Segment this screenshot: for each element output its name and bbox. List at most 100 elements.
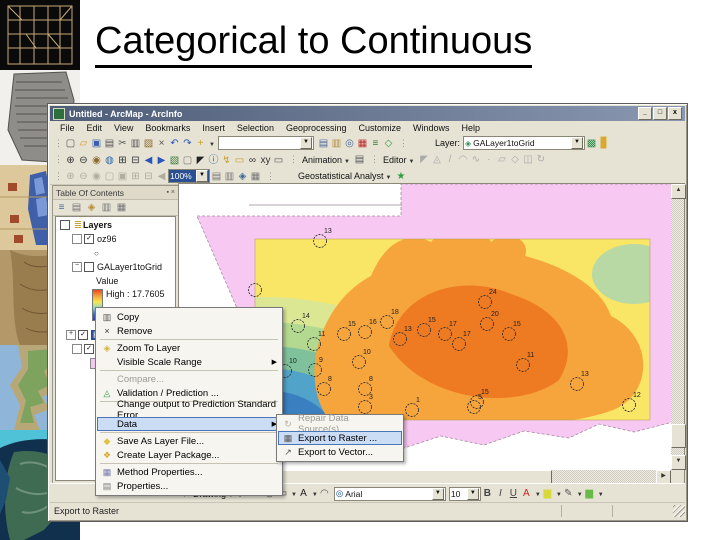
layout-zoom-100-icon[interactable]: ▣: [116, 170, 129, 183]
pan-icon[interactable]: ◉: [90, 154, 103, 167]
clear-selection-icon[interactable]: ▢: [181, 154, 194, 167]
highlight-color-icon[interactable]: ▆: [541, 487, 554, 500]
toolbar-grip[interactable]: ⋮: [289, 154, 298, 165]
menu-insert[interactable]: Insert: [196, 122, 231, 134]
viewer-window-icon[interactable]: ▭: [272, 154, 285, 167]
straight-segment-icon[interactable]: /: [443, 153, 456, 166]
paste-icon[interactable]: ▨: [142, 137, 155, 150]
html-popup-icon[interactable]: ▭: [233, 154, 246, 167]
forward-icon[interactable]: ▶: [155, 154, 168, 167]
krig-checkbox[interactable]: ✓: [78, 330, 88, 340]
combo-arrow-icon[interactable]: ▼: [196, 170, 208, 182]
toc-layers-root[interactable]: ≣ Layers: [56, 219, 175, 231]
geostatistical-analyst-icon[interactable]: ★: [395, 170, 408, 183]
search-window-icon[interactable]: ◎: [343, 137, 356, 150]
layout-fixed-zoom-in-icon[interactable]: ⊞: [129, 170, 142, 183]
line-color-icon[interactable]: ✎: [562, 487, 575, 500]
focus-data-frame-icon[interactable]: ▥: [223, 170, 236, 183]
endpoint-arc-icon[interactable]: ◠: [456, 153, 469, 166]
select-elements-icon[interactable]: ◤: [194, 154, 207, 167]
oz96-point-symbol[interactable]: ○: [56, 247, 175, 259]
list-by-drawing-order-icon[interactable]: ≡: [55, 201, 68, 214]
layout-pan-icon[interactable]: ◉: [90, 170, 103, 183]
submenu-export-to-vector[interactable]: ↗ Export to Vector...: [278, 445, 402, 459]
curve-tool-icon[interactable]: ◠: [318, 487, 331, 500]
list-by-source-icon[interactable]: ▤: [70, 201, 83, 214]
toolbar-grip[interactable]: ⋮: [54, 138, 63, 149]
layout-zoom-out-icon[interactable]: ⊖: [77, 170, 90, 183]
context-menu-zoom-to-layer[interactable]: ◈ Zoom To Layer: [97, 341, 281, 355]
fill-color-icon[interactable]: ▆: [583, 487, 596, 500]
geostatistical-analyst-menu[interactable]: Geostatistical Analyst ▼: [298, 171, 392, 181]
submenu-repair-data-source-s[interactable]: ↻ Repair Data Source(s)...: [278, 413, 402, 435]
toc-layer-oz96[interactable]: ✓ oz96: [56, 233, 175, 245]
context-menu-compare[interactable]: Compare...: [97, 372, 281, 386]
ga-histogram-icon[interactable]: ▊: [598, 137, 611, 150]
menu-selection[interactable]: Selection: [231, 122, 280, 134]
midpoint-icon[interactable]: ·: [482, 153, 495, 166]
font-combo[interactable]: ◎ Arial ▼: [333, 486, 446, 501]
submenu-export-to-raster[interactable]: ▦ Export to Raster ...: [278, 431, 402, 445]
print-icon[interactable]: ▤: [103, 137, 116, 150]
underline-button[interactable]: U: [507, 487, 520, 500]
list-by-selection-icon[interactable]: ▥: [100, 201, 113, 214]
ga-explore-icon[interactable]: ▩: [585, 137, 598, 150]
layout-zoom-combo[interactable]: 100% ▼: [168, 169, 210, 183]
zoom-in-icon[interactable]: ⊕: [64, 154, 77, 167]
toolbar-grip[interactable]: ⋮: [54, 154, 63, 165]
select-features-icon[interactable]: ▧: [168, 154, 181, 167]
context-menu-validation-prediction[interactable]: ◬ Validation / Prediction ...: [97, 386, 281, 400]
context-menu-properties[interactable]: ▤ Properties...: [97, 479, 281, 493]
cut-icon[interactable]: ✂: [116, 137, 129, 150]
maximize-button[interactable]: □: [653, 107, 667, 120]
fixed-zoom-out-icon[interactable]: ⊟: [129, 154, 142, 167]
back-icon[interactable]: ◀: [142, 154, 155, 167]
context-menu-method-properties[interactable]: ▦ Method Properties...: [97, 465, 281, 479]
data-driven-pages-icon[interactable]: ▦: [249, 170, 262, 183]
options-icon[interactable]: ▦: [115, 201, 128, 214]
combo-arrow-icon[interactable]: ▼: [570, 137, 583, 149]
window-titlebar[interactable]: Untitled - ArcMap - ArcInfo _ □ x: [50, 106, 685, 121]
close-button[interactable]: x: [668, 107, 682, 120]
context-menu-visible-scale-range[interactable]: Visible Scale Range ▶: [97, 355, 281, 369]
menu-edit[interactable]: Edit: [81, 122, 109, 134]
toc-header[interactable]: Table Of Contents ▪ ×: [53, 186, 178, 200]
zoom-out-icon[interactable]: ⊖: [77, 154, 90, 167]
list-by-visibility-icon[interactable]: ◈: [85, 201, 98, 214]
expander-icon[interactable]: [72, 344, 82, 354]
context-menu-change-output-to-prediction-standard-error[interactable]: Change output to Prediction Standard Err…: [97, 399, 281, 421]
layout-zoom-in-icon[interactable]: ⊕: [64, 170, 77, 183]
go-to-xy-icon[interactable]: xy: [259, 154, 272, 167]
find-icon[interactable]: ∞: [246, 154, 259, 167]
combo-arrow-icon[interactable]: ▼: [299, 137, 312, 149]
menu-view[interactable]: View: [108, 122, 139, 134]
catalog-window-icon[interactable]: ▥: [330, 137, 343, 150]
trace-icon[interactable]: ∿: [469, 153, 482, 166]
menu-windows[interactable]: Windows: [407, 122, 456, 134]
full-extent-icon[interactable]: ◍: [103, 154, 116, 167]
cut-polygons-icon[interactable]: ◫: [521, 153, 534, 166]
combo-arrow-icon[interactable]: ▼: [466, 487, 479, 500]
layout-back-icon[interactable]: ◀: [155, 170, 168, 183]
collapse-icon[interactable]: −: [72, 262, 82, 272]
toggle-draft-mode-icon[interactable]: ▤: [210, 170, 223, 183]
toolbar-grip[interactable]: ⋮: [54, 171, 63, 182]
toolbar-grip[interactable]: ⋮: [266, 171, 275, 182]
modelbuilder-icon[interactable]: ◇: [382, 137, 395, 150]
vertical-scroll-thumb[interactable]: [671, 424, 686, 448]
edit-tool-icon[interactable]: ◤: [417, 153, 430, 166]
vertical-scrollbar[interactable]: ▲ ▼: [671, 184, 686, 470]
rotate-edit-icon[interactable]: ↻: [534, 153, 547, 166]
animation-menu[interactable]: Animation ▼: [302, 155, 350, 165]
add-data-icon[interactable]: +: [194, 137, 207, 150]
redo-icon[interactable]: ↷: [181, 137, 194, 150]
hyperlink-icon[interactable]: ↯: [220, 154, 233, 167]
menu-geoprocessing[interactable]: Geoprocessing: [280, 122, 353, 134]
oz96-checkbox[interactable]: ✓: [84, 234, 94, 244]
layout-fixed-zoom-out-icon[interactable]: ⊟: [142, 170, 155, 183]
edit-annotation-icon[interactable]: ◬: [430, 153, 443, 166]
fixed-zoom-in-icon[interactable]: ⊞: [116, 154, 129, 167]
change-layout-icon[interactable]: ◈: [236, 170, 249, 183]
delete-icon[interactable]: ×: [155, 137, 168, 150]
arctoolbox-icon[interactable]: ▦: [356, 137, 369, 150]
